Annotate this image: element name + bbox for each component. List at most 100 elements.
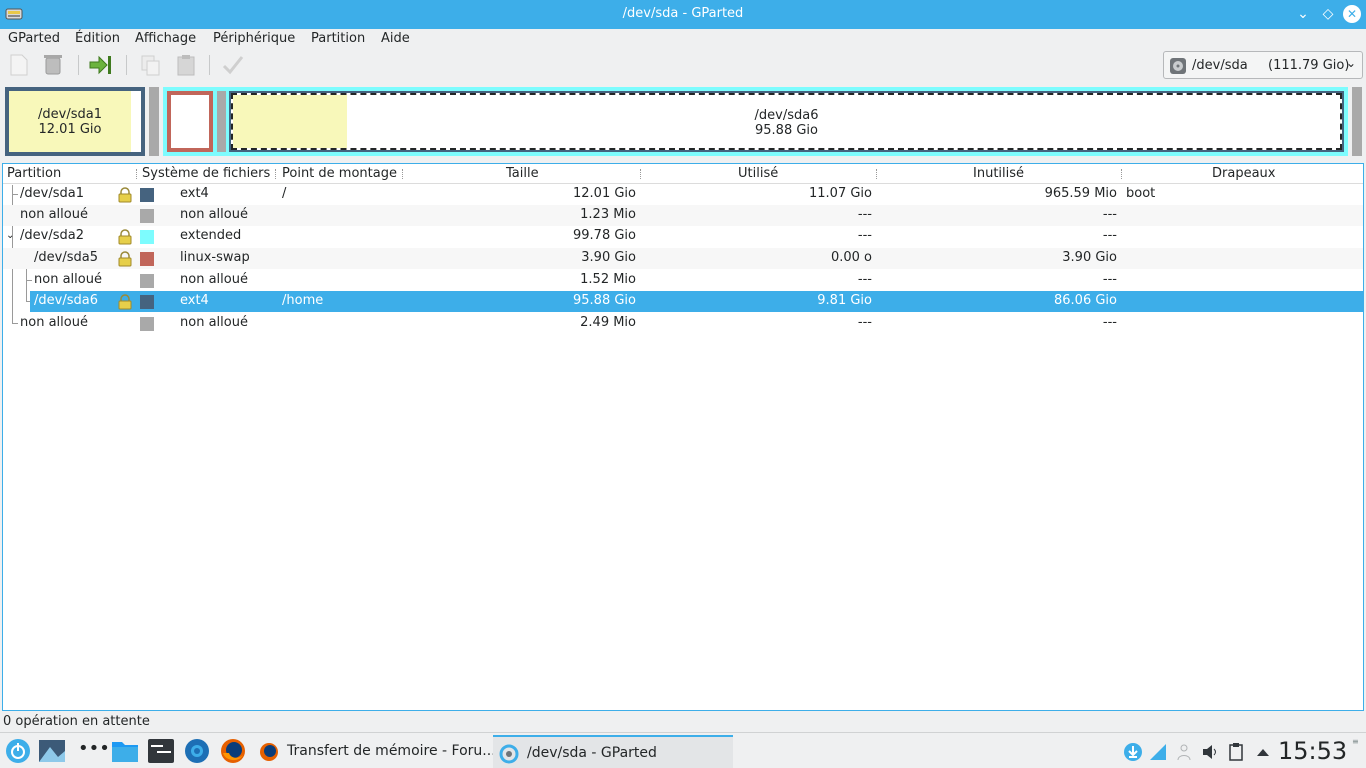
cell-filesystem: ext4 [180, 293, 209, 308]
menu-affichage[interactable]: Affichage [135, 31, 196, 46]
cell-size: 95.88 Gio [573, 293, 636, 308]
partition-table[interactable]: Partition Système de fichiers Point de m… [2, 163, 1364, 711]
diskmap-sda6[interactable]: /dev/sda6 95.88 Gio [229, 91, 1344, 152]
desktop-icon[interactable] [38, 737, 66, 765]
more-icon[interactable]: ••• [78, 737, 110, 765]
table-row[interactable]: non alloué non alloué 1.52 Mio --- --- [3, 270, 1363, 291]
firefox-icon[interactable] [219, 737, 247, 765]
panel-settings-icon[interactable]: ≡ [1352, 737, 1359, 746]
task-gparted[interactable]: /dev/sda - GParted [493, 735, 733, 768]
table-row[interactable]: /dev/sda1 ext4 / 12.01 Gio 11.07 Gio 965… [3, 184, 1363, 205]
header-separator [402, 169, 404, 179]
diskmap-unallocated-2[interactable] [217, 91, 226, 152]
header-size[interactable]: Taille [506, 166, 539, 181]
user-switch-icon[interactable] [1174, 742, 1194, 762]
device-size: (111.79 Gio) [1268, 58, 1350, 73]
diskmap-sda1-size: 12.01 Gio [38, 122, 102, 137]
network-icon[interactable] [1148, 742, 1168, 762]
menu-aide[interactable]: Aide [381, 31, 410, 46]
menu-peripherique[interactable]: Périphérique [213, 31, 295, 46]
table-row[interactable]: non alloué non alloué 1.23 Mio --- --- [3, 205, 1363, 226]
tray-expand-icon[interactable] [1253, 742, 1273, 762]
chevron-down-icon: ⌄ [1345, 56, 1356, 70]
cell-partition: /dev/sda5 [34, 250, 98, 265]
chevron-down-icon[interactable]: ⌄ [6, 230, 14, 241]
fs-color-swatch [140, 317, 154, 331]
task-firefox[interactable]: Transfert de mémoire - Foru... [253, 735, 496, 768]
kde-menu-icon[interactable] [4, 737, 32, 765]
table-row[interactable]: ⌄ /dev/sda2 extended 99.78 Gio --- --- [3, 226, 1363, 247]
cell-mount: /home [282, 293, 324, 308]
window-title: /dev/sda - GParted [622, 6, 744, 21]
harddisk-icon [1170, 58, 1186, 74]
header-separator [640, 169, 642, 179]
header-mount[interactable]: Point de montage [282, 166, 397, 181]
task-label: Transfert de mémoire - Foru... [287, 743, 496, 759]
apply-icon[interactable] [220, 52, 246, 78]
device-selector[interactable]: /dev/sda (111.79 Gio) ⌄ [1163, 51, 1363, 79]
menu-gparted[interactable]: GParted [8, 31, 60, 46]
diskmap-sda1-name: /dev/sda1 [38, 107, 102, 122]
resize-move-icon[interactable] [88, 52, 114, 78]
settings-icon[interactable] [183, 737, 211, 765]
cell-used: --- [857, 315, 872, 330]
cell-size: 12.01 Gio [573, 186, 636, 201]
clock[interactable]: 15:53 [1278, 737, 1347, 765]
lock-icon [118, 294, 132, 310]
header-unused[interactable]: Inutilisé [973, 166, 1024, 181]
diskmap-unallocated-3[interactable] [1352, 87, 1362, 156]
fs-color-swatch [140, 230, 154, 244]
menu-bar: GParted Édition Affichage Périphérique P… [0, 29, 1366, 49]
table-row[interactable]: non alloué non alloué 2.49 Mio --- --- [3, 313, 1363, 334]
table-header: Partition Système de fichiers Point de m… [3, 164, 1363, 184]
volume-icon[interactable] [1200, 742, 1220, 762]
task-label: /dev/sda - GParted [527, 745, 657, 761]
fs-color-swatch [140, 295, 154, 309]
cell-filesystem: extended [180, 228, 242, 243]
taskbar: ••• Transfert de mémoire - Foru... /dev/… [0, 732, 1366, 768]
new-icon[interactable] [6, 52, 32, 78]
menu-edition[interactable]: Édition [75, 31, 120, 46]
cell-used: 0.00 o [830, 250, 872, 265]
device-name: /dev/sda [1192, 58, 1248, 73]
table-row-selected[interactable]: /dev/sda6 ext4 /home 95.88 Gio 9.81 Gio … [30, 291, 1363, 312]
diskmap-sda2-extended[interactable]: /dev/sda6 95.88 Gio [163, 87, 1348, 156]
fs-color-swatch [140, 188, 154, 202]
header-used[interactable]: Utilisé [738, 166, 778, 181]
cell-filesystem: non alloué [180, 315, 248, 330]
header-filesystem[interactable]: Système de fichiers [142, 166, 270, 181]
toolbar-separator [209, 55, 210, 75]
diskmap-sda5[interactable] [167, 91, 213, 152]
copy-icon[interactable] [138, 52, 164, 78]
delete-icon[interactable] [40, 52, 66, 78]
firefox-icon [260, 743, 278, 761]
cell-size: 3.90 Gio [581, 250, 636, 265]
folder-icon[interactable] [111, 737, 139, 765]
maximize-icon[interactable]: ◇ [1319, 5, 1337, 23]
close-icon[interactable]: ✕ [1343, 5, 1361, 23]
cell-used: 11.07 Gio [809, 186, 872, 201]
paste-icon[interactable] [173, 52, 199, 78]
table-row[interactable]: /dev/sda5 linux-swap 3.90 Gio 0.00 o 3.9… [3, 248, 1363, 269]
fs-color-swatch [140, 274, 154, 288]
diskmap-unallocated-1[interactable] [149, 87, 159, 156]
cell-unused: 86.06 Gio [1054, 293, 1117, 308]
download-icon[interactable] [1123, 742, 1143, 762]
cell-used: --- [857, 272, 872, 287]
cell-unused: --- [1102, 207, 1117, 222]
menu-partition[interactable]: Partition [311, 31, 365, 46]
cell-unused: 965.59 Mio [1044, 186, 1117, 201]
clipboard-icon[interactable] [1226, 742, 1246, 762]
header-separator [136, 169, 138, 179]
header-partition[interactable]: Partition [7, 166, 61, 181]
diskmap-sda1[interactable]: /dev/sda1 12.01 Gio [5, 87, 145, 156]
terminal-icon[interactable] [147, 737, 175, 765]
header-flags[interactable]: Drapeaux [1212, 166, 1275, 181]
cell-partition: non alloué [20, 207, 88, 222]
cell-partition: /dev/sda2 [20, 228, 84, 243]
cell-unused: 3.90 Gio [1062, 250, 1117, 265]
cell-filesystem: non alloué [180, 272, 248, 287]
header-separator [275, 169, 277, 179]
cell-partition: non alloué [20, 315, 88, 330]
minimize-icon[interactable]: ⌄ [1294, 5, 1312, 23]
